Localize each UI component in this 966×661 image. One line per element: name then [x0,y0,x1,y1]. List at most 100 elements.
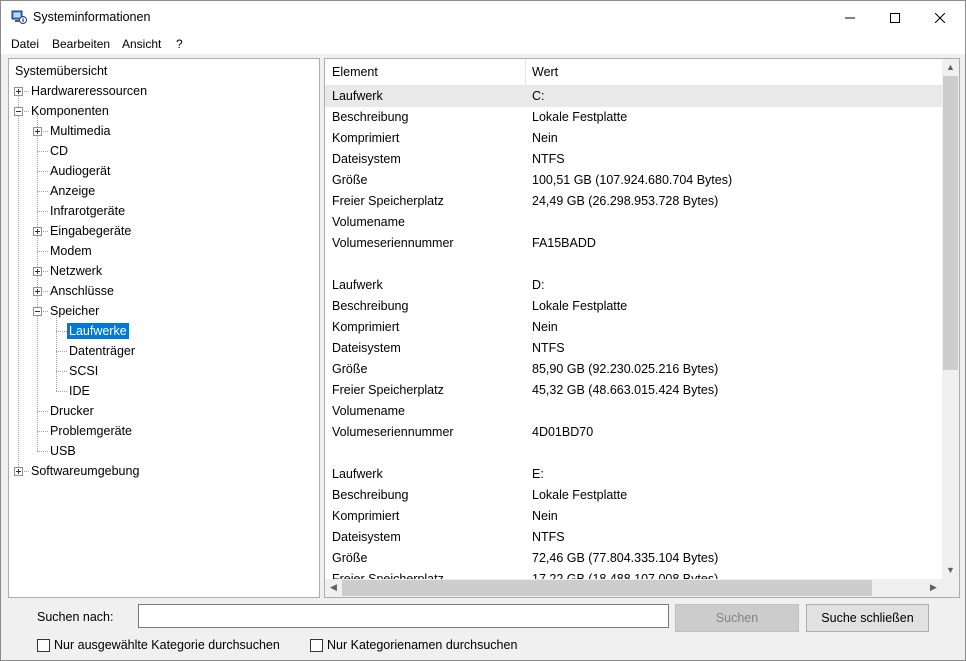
cell-element: Dateisystem [332,530,401,544]
tree-guide-line [37,411,48,412]
tree-item[interactable]: Speicher [48,301,101,321]
cell-element: Laufwerk [332,278,383,292]
maximize-button[interactable] [872,1,918,34]
cell-element: Laufwerk [332,467,383,481]
tree-item[interactable]: Modem [48,241,94,261]
collapse-minus-icon[interactable] [33,307,42,316]
tree-guide-line [37,116,38,451]
tree-item[interactable]: USB [48,441,78,461]
table-row[interactable]: Größe 85,90 GB (92.230.025.216 Bytes) [325,359,942,380]
cell-element: Volumename [332,404,405,418]
expand-plus-icon[interactable] [33,287,42,296]
cell-element: Volumename [332,215,405,229]
scroll-up-icon[interactable]: ▲ [942,59,959,76]
collapse-minus-icon[interactable] [14,107,23,116]
minimize-button[interactable] [827,1,873,34]
table-row[interactable]: Komprimiert Nein [325,128,942,149]
tree-guide-line [37,431,48,432]
tree-item[interactable]: Audiogerät [48,161,112,181]
tree-guide-line [18,91,19,471]
tree-item[interactable]: Hardwareressourcen [29,81,149,101]
expand-plus-icon[interactable] [14,467,23,476]
table-row[interactable]: Freier Speicherplatz 17,22 GB (18.488.107… [325,569,942,579]
category-tree[interactable]: Systemübersicht Hardwareressourcen Kompone… [8,58,320,598]
tree-guide-line [56,331,67,332]
cell-element: Größe [332,551,368,565]
table-row[interactable]: Laufwerk D: [325,275,942,296]
horizontal-scroll-thumb[interactable] [342,580,872,596]
tree-item[interactable]: CD [48,141,70,161]
table-row[interactable]: Laufwerk E: [325,464,942,485]
tree-item[interactable]: Laufwerke [67,321,129,341]
table-row[interactable] [325,254,942,275]
tree-item[interactable]: SCSI [67,361,100,381]
vertical-scroll-thumb[interactable] [943,76,958,370]
menu-help[interactable]: ? [176,37,183,51]
expand-plus-icon[interactable] [33,267,42,276]
tree-item[interactable]: Netzwerk [48,261,104,281]
table-row[interactable]: Komprimiert Nein [325,317,942,338]
selected-category-only-option[interactable]: Nur ausgewählte Kategorie durchsuchen [37,637,280,653]
category-names-only-option[interactable]: Nur Kategorienamen durchsuchen [310,637,517,653]
category-names-only-checkbox[interactable] [310,638,323,652]
table-row[interactable]: Volumeseriennummer FA15BADD [325,233,942,254]
table-row[interactable]: Volumename [325,212,942,233]
table-row[interactable]: Laufwerk C: [325,86,942,107]
tree-item[interactable]: Datenträger [67,341,137,361]
tree-item[interactable]: Infrarotgeräte [48,201,127,221]
cell-element: Volumeseriennummer [332,236,454,250]
search-input[interactable] [138,604,669,628]
cell-value: NTFS [532,530,565,544]
tree-item[interactable]: Multimedia [48,121,112,141]
column-header-element[interactable]: Element [332,65,378,79]
table-row[interactable]: Größe 100,51 GB (107.924.680.704 Bytes) [325,170,942,191]
tree-item-label: Drucker [50,404,94,418]
close-button[interactable] [917,1,963,34]
cell-value: Lokale Festplatte [532,488,628,502]
table-row[interactable]: Beschreibung Lokale Festplatte [325,485,942,506]
table-row[interactable]: Freier Speicherplatz 24,49 GB (26.298.953… [325,191,942,212]
expand-plus-icon[interactable] [14,87,23,96]
table-row[interactable]: Beschreibung Lokale Festplatte [325,107,942,128]
horizontal-scrollbar[interactable]: ◀ ▶ [325,579,942,597]
scroll-down-icon[interactable]: ▼ [942,562,959,579]
table-row[interactable] [325,443,942,464]
close-search-button[interactable]: Suche schließen [806,604,929,632]
tree-item-label: Datenträger [69,344,136,358]
column-divider[interactable] [525,59,526,85]
vertical-scrollbar[interactable]: ▲ ▼ [942,59,959,579]
table-row[interactable]: Dateisystem NTFS [325,527,942,548]
tree-item[interactable]: Softwareumgebung [29,461,141,481]
tree-item[interactable]: Drucker [48,401,96,421]
tree-item[interactable]: Problemgeräte [48,421,134,441]
expand-plus-icon[interactable] [33,227,42,236]
tree-item[interactable]: IDE [67,381,92,401]
cell-value: 72,46 GB (77.804.335.104 Bytes) [532,551,719,565]
tree-item[interactable]: Eingabegeräte [48,221,133,241]
tree-item[interactable]: Systemübersicht [13,61,109,81]
menu-ansicht[interactable]: Ansicht [122,37,161,51]
details-list[interactable]: Element Wert Laufwerk C: Beschreibung Lokal… [324,58,960,598]
table-row[interactable]: Volumename [325,401,942,422]
menu-datei[interactable]: Datei [11,37,39,51]
cell-value: Nein [532,131,558,145]
table-row[interactable]: Beschreibung Lokale Festplatte [325,296,942,317]
tree-item[interactable]: Anschlüsse [48,281,116,301]
tree-item[interactable]: Anzeige [48,181,97,201]
tree-item[interactable]: Komponenten [29,101,111,121]
cell-element: Beschreibung [332,110,409,124]
scroll-right-icon[interactable]: ▶ [925,579,942,597]
selected-category-only-checkbox[interactable] [37,638,50,652]
cell-element: Beschreibung [332,488,409,502]
expand-plus-icon[interactable] [33,127,42,136]
table-row[interactable]: Volumeseriennummer 4D01BD70 [325,422,942,443]
table-row[interactable]: Freier Speicherplatz 45,32 GB (48.663.015… [325,380,942,401]
scroll-left-icon[interactable]: ◀ [325,579,342,597]
table-row[interactable]: Dateisystem NTFS [325,149,942,170]
search-button[interactable]: Suchen [675,604,799,632]
column-header-wert[interactable]: Wert [532,65,558,79]
table-row[interactable]: Größe 72,46 GB (77.804.335.104 Bytes) [325,548,942,569]
table-row[interactable]: Dateisystem NTFS [325,338,942,359]
table-row[interactable]: Komprimiert Nein [325,506,942,527]
menu-bearbeiten[interactable]: Bearbeiten [52,37,110,51]
